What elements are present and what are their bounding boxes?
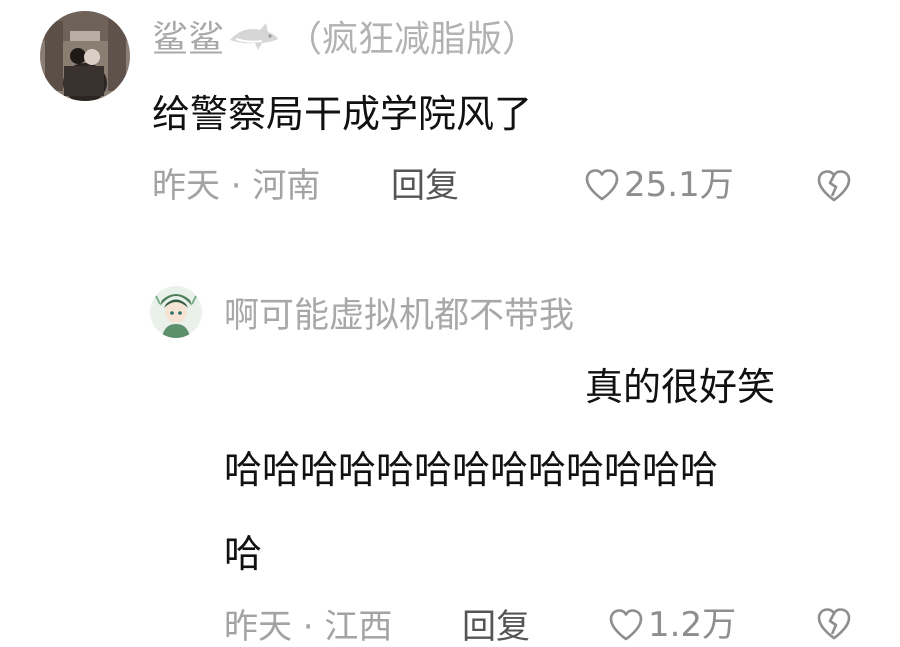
like-button[interactable]: 25.1万 bbox=[584, 166, 734, 204]
dislike-button[interactable] bbox=[815, 607, 853, 645]
like-count: 1.2万 bbox=[648, 605, 737, 645]
comment-text-line: 真的很好笑 bbox=[585, 365, 776, 409]
comment-meta: 昨天 · 河南 bbox=[152, 166, 321, 206]
reply-button[interactable]: 回复 bbox=[391, 167, 459, 205]
heart-icon bbox=[585, 169, 619, 201]
reply-button[interactable]: 回复 bbox=[462, 608, 530, 646]
comment-text-line: 哈哈哈哈哈哈哈哈哈哈哈哈哈 bbox=[224, 448, 719, 492]
broken-heart-icon bbox=[817, 608, 851, 640]
like-button[interactable]: 1.2万 bbox=[608, 606, 736, 644]
comment-text-line: 哈 bbox=[224, 532, 263, 576]
like-count: 25.1万 bbox=[624, 165, 734, 205]
avatar[interactable] bbox=[40, 11, 130, 101]
username[interactable]: 啊可能虚拟机都不带我 bbox=[224, 296, 574, 336]
avatar[interactable] bbox=[150, 286, 202, 338]
username[interactable]: 鲨鲨 （疯狂减脂版） bbox=[152, 20, 538, 61]
shark-icon bbox=[228, 21, 280, 61]
dislike-button[interactable] bbox=[815, 169, 853, 207]
heart-icon bbox=[609, 609, 643, 641]
broken-heart-icon bbox=[817, 170, 851, 202]
comment-text: 给警察局干成学院风了 bbox=[152, 92, 533, 136]
comment-meta: 昨天 · 江西 bbox=[224, 607, 393, 647]
